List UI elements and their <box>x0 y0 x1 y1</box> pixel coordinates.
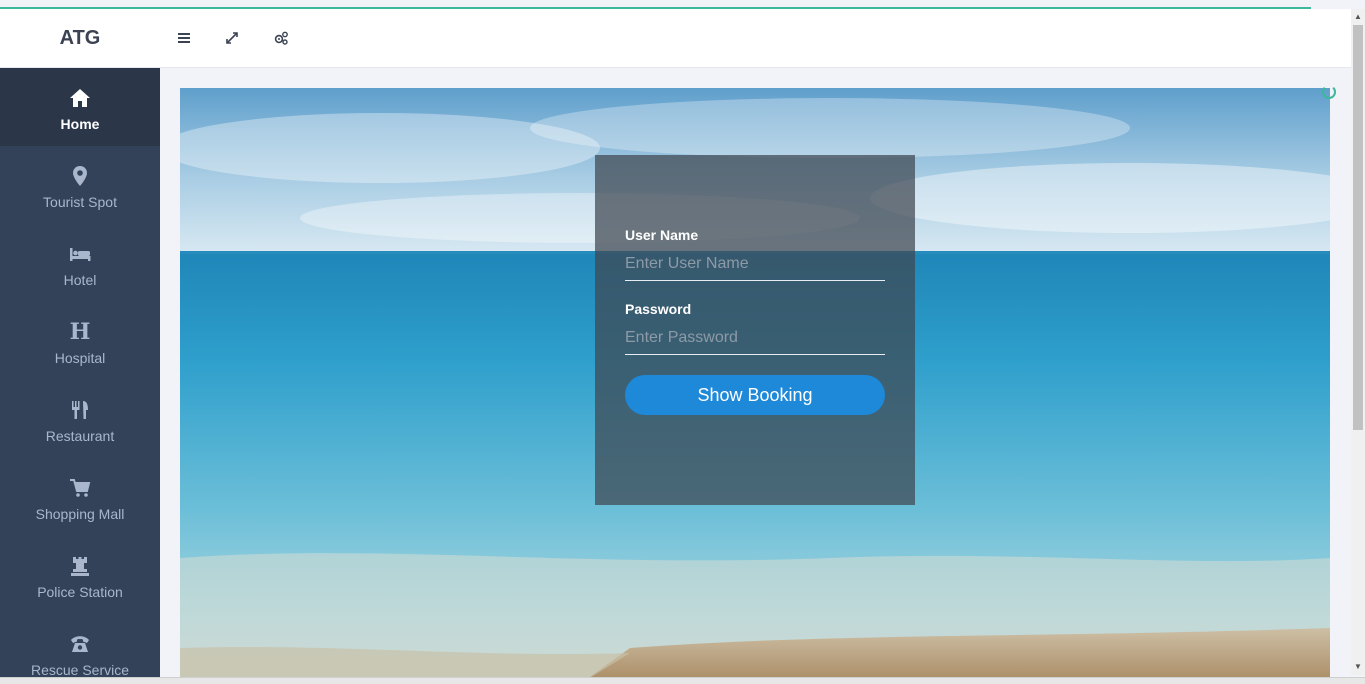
sidebar-item-label: Hotel <box>63 272 97 288</box>
scroll-up-arrow-icon[interactable]: ▲ <box>1353 12 1363 22</box>
sidebar-item-rescue-service[interactable]: Rescue Service <box>0 614 160 684</box>
sidebar-item-label: Rescue Service <box>30 662 130 678</box>
username-field-group: User Name <box>625 227 885 281</box>
loading-spinner-icon <box>1322 85 1336 99</box>
phone-icon <box>69 632 91 656</box>
username-input[interactable] <box>625 247 885 281</box>
username-label: User Name <box>625 227 699 243</box>
sidebar-item-shopping-mall[interactable]: Shopping Mall <box>0 458 160 536</box>
rook-icon <box>69 554 91 578</box>
sidebar-item-label: Home <box>60 116 100 132</box>
fullscreen-button[interactable] <box>219 25 245 51</box>
sidebar-item-label: Shopping Mall <box>35 506 125 522</box>
sidebar-item-label: Restaurant <box>45 428 115 444</box>
scrollbar-thumb[interactable] <box>1353 25 1363 430</box>
vertical-scrollbar[interactable]: ▲ ▼ <box>1351 9 1365 675</box>
bars-icon <box>178 33 190 43</box>
cogs-icon <box>274 31 288 45</box>
settings-button[interactable] <box>268 25 294 51</box>
menu-toggle-button[interactable] <box>171 25 197 51</box>
map-marker-icon <box>69 164 91 188</box>
password-label: Password <box>625 301 692 317</box>
bed-icon <box>69 242 91 266</box>
home-icon <box>69 86 91 110</box>
top-header: ATG <box>0 9 1351 68</box>
brand-logo[interactable]: ATG <box>0 9 160 67</box>
sidebar-item-label: Hospital <box>54 350 106 366</box>
sidebar-item-police-station[interactable]: Police Station <box>0 536 160 614</box>
password-input[interactable] <box>625 321 885 355</box>
password-field-group: Password <box>625 301 885 355</box>
cutlery-icon <box>69 398 91 422</box>
show-booking-button[interactable]: Show Booking <box>625 375 885 415</box>
scroll-down-arrow-icon[interactable]: ▼ <box>1353 662 1363 672</box>
sidebar-item-tourist-spot[interactable]: Tourist Spot <box>0 146 160 224</box>
sidebar-item-hotel[interactable]: Hotel <box>0 224 160 302</box>
hospital-h-icon: H <box>69 319 91 345</box>
sidebar-item-label: Police Station <box>37 584 123 600</box>
sidebar-item-hospital[interactable]: H Hospital <box>0 302 160 380</box>
shopping-cart-icon <box>69 476 91 500</box>
login-form: User Name Password Show Booking <box>595 155 915 505</box>
sidebar-nav: Home Tourist Spot Hotel H Hospital Resta… <box>0 68 160 684</box>
expand-icon <box>226 32 238 44</box>
sidebar-item-home[interactable]: Home <box>0 68 160 146</box>
sidebar-item-restaurant[interactable]: Restaurant <box>0 380 160 458</box>
sidebar-item-label: Tourist Spot <box>43 194 117 210</box>
horizontal-scrollbar[interactable] <box>0 677 1365 684</box>
